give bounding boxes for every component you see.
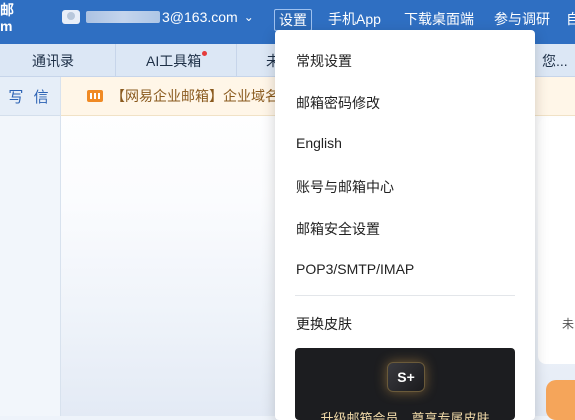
notice-text: 【网易企业邮箱】企业域名 <box>111 88 279 104</box>
nav-survey[interactable]: 参与调研 <box>494 9 550 29</box>
mail-logo[interactable]: 邮 m <box>0 2 14 34</box>
menu-divider <box>295 295 515 296</box>
menu-english[interactable]: English <box>296 135 342 151</box>
splus-badge-icon: S+ <box>387 362 425 392</box>
announcement-icon <box>87 90 103 102</box>
tab-ai-toolbox[interactable]: AI工具箱 <box>146 51 208 71</box>
side-card-text: 未 <box>562 317 575 331</box>
nav-settings[interactable]: 设置 <box>274 9 312 31</box>
nav-download-desktop[interactable]: 下载桌面端 <box>404 9 474 29</box>
menu-change-password[interactable]: 邮箱密码修改 <box>296 93 380 113</box>
menu-security-settings[interactable]: 邮箱安全设置 <box>296 219 380 239</box>
tab-divider <box>115 44 116 76</box>
compose-button[interactable]: 写 信 <box>0 77 60 116</box>
user-email: 3@163.com <box>162 9 238 25</box>
promo-text: 升级邮箱会员，尊享专属皮肤 <box>320 411 490 420</box>
side-card: 未 <box>538 118 575 364</box>
menu-pop3-smtp-imap[interactable]: POP3/SMTP/IMAP <box>296 261 414 277</box>
tab-divider <box>236 44 237 76</box>
chevron-down-icon: ⌄ <box>243 10 254 24</box>
left-sidebar: 写 信 <box>0 77 61 416</box>
avatar <box>62 10 80 24</box>
menu-account-center[interactable]: 账号与邮箱中心 <box>296 177 394 197</box>
nav-mobile-app[interactable]: 手机App <box>328 9 381 29</box>
user-account-menu[interactable]: 3@163.com ⌄ <box>62 9 254 25</box>
menu-general-settings[interactable]: 常规设置 <box>296 51 352 71</box>
redacted-username <box>86 11 160 23</box>
tab-more[interactable]: 您... <box>542 51 568 71</box>
nav-more[interactable]: 自 <box>566 9 575 29</box>
promo-widget[interactable] <box>546 380 575 420</box>
menu-change-skin[interactable]: 更换皮肤 <box>296 314 352 334</box>
settings-dropdown-menu: 常规设置 邮箱密码修改 English 账号与邮箱中心 邮箱安全设置 POP3/… <box>275 30 535 420</box>
tab-ai-toolbox-label: AI工具箱 <box>146 53 202 69</box>
skin-promo-banner[interactable]: S+ 升级邮箱会员，尊享专属皮肤 <box>295 348 515 420</box>
notification-dot-icon <box>202 51 208 56</box>
tab-contacts[interactable]: 通讯录 <box>32 51 74 71</box>
